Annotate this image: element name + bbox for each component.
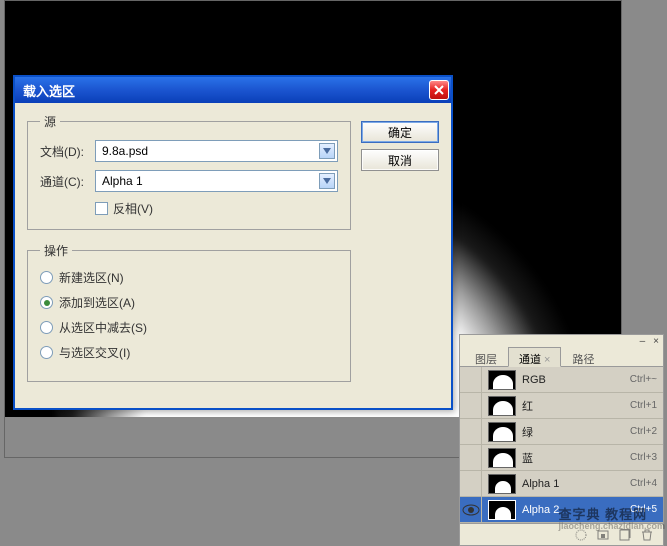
channel-shortcut: Ctrl+3: [630, 452, 657, 463]
channel-name: Alpha 1: [522, 478, 630, 490]
channel-value: Alpha 1: [102, 174, 143, 188]
channel-list: RGBCtrl+~红Ctrl+1绿Ctrl+2蓝Ctrl+3Alpha 1Ctr…: [460, 367, 663, 523]
radio-subtract-input[interactable]: [40, 321, 53, 334]
tab-layers-label: 图层: [475, 354, 497, 366]
dialog-body: 源 文档(D): 9.8a.psd 通道(C): Alpha 1: [15, 103, 451, 408]
channel-thumbnail: [488, 422, 516, 442]
channel-name: 蓝: [522, 450, 630, 466]
channel-thumbnail: [488, 370, 516, 390]
channel-name: RGB: [522, 374, 630, 386]
radio-intersect-label: 与选区交叉(I): [59, 344, 130, 361]
chevron-down-icon: [323, 178, 331, 184]
tab-channels[interactable]: 通道: [508, 347, 561, 367]
channel-row[interactable]: 绿Ctrl+2: [460, 419, 663, 445]
dropdown-button[interactable]: [319, 143, 335, 159]
operation-fieldset: 操作 新建选区(N) 添加到选区(A) 从选区中减去(S) 与选区交叉(I): [27, 242, 351, 382]
channel-thumbnail: [488, 448, 516, 468]
watermark-main: 查字典 教程网: [558, 507, 647, 522]
invert-checkbox[interactable]: [95, 202, 108, 215]
channel-name: 绿: [522, 424, 630, 440]
dialog-title: 载入选区: [23, 81, 429, 100]
channel-shortcut: Ctrl+1: [630, 400, 657, 411]
radio-intersect[interactable]: 与选区交叉(I): [40, 344, 338, 361]
channel-thumbnail: [488, 396, 516, 416]
close-panel-icon[interactable]: ×: [653, 336, 659, 347]
channel-row[interactable]: RGBCtrl+~: [460, 367, 663, 393]
visibility-toggle[interactable]: [460, 445, 482, 470]
tab-layers[interactable]: 图层: [464, 347, 508, 367]
dropdown-button[interactable]: [319, 173, 335, 189]
radio-add-label: 添加到选区(A): [59, 294, 135, 311]
invert-label: 反相(V): [113, 200, 153, 217]
source-legend: 源: [40, 113, 60, 130]
operation-legend: 操作: [40, 242, 72, 259]
radio-intersect-input[interactable]: [40, 346, 53, 359]
visibility-toggle[interactable]: [460, 393, 482, 418]
channel-name: 红: [522, 398, 630, 414]
ok-label: 确定: [388, 124, 412, 141]
chevron-down-icon: [323, 148, 331, 154]
panel-tabs: 图层 通道 路径: [460, 347, 663, 367]
eye-icon: [461, 500, 481, 520]
tab-channels-label: 通道: [519, 354, 541, 366]
cancel-button[interactable]: 取消: [361, 149, 439, 171]
channel-row[interactable]: 蓝Ctrl+3: [460, 445, 663, 471]
radio-new-label: 新建选区(N): [59, 269, 124, 286]
visibility-toggle[interactable]: [460, 419, 482, 444]
radio-subtract-label: 从选区中减去(S): [59, 319, 147, 336]
document-row: 文档(D): 9.8a.psd: [40, 140, 338, 162]
radio-add[interactable]: 添加到选区(A): [40, 294, 338, 311]
dialog-left-column: 源 文档(D): 9.8a.psd 通道(C): Alpha 1: [27, 113, 351, 394]
watermark: 查字典 教程网 jiaocheng.chazidian.com: [558, 504, 665, 531]
invert-row[interactable]: 反相(V): [95, 200, 338, 217]
channel-shortcut: Ctrl+~: [630, 374, 657, 385]
source-fieldset: 源 文档(D): 9.8a.psd 通道(C): Alpha 1: [27, 113, 351, 230]
visibility-toggle[interactable]: [460, 497, 482, 522]
close-button[interactable]: [429, 80, 449, 100]
channel-row[interactable]: Alpha 1Ctrl+4: [460, 471, 663, 497]
cancel-label: 取消: [388, 152, 412, 169]
visibility-toggle[interactable]: [460, 367, 482, 392]
document-value: 9.8a.psd: [102, 144, 148, 158]
radio-subtract[interactable]: 从选区中减去(S): [40, 319, 338, 336]
channel-row[interactable]: 红Ctrl+1: [460, 393, 663, 419]
tab-paths[interactable]: 路径: [561, 347, 605, 367]
tab-paths-label: 路径: [572, 354, 594, 366]
radio-new[interactable]: 新建选区(N): [40, 269, 338, 286]
load-selection-dialog: 载入选区 源 文档(D): 9.8a.psd 通道(C): Alpha 1: [13, 75, 453, 410]
channel-thumbnail: [488, 474, 516, 494]
radio-new-input[interactable]: [40, 271, 53, 284]
channel-shortcut: Ctrl+2: [630, 426, 657, 437]
ok-button[interactable]: 确定: [361, 121, 439, 143]
channel-row: 通道(C): Alpha 1: [40, 170, 338, 192]
document-select[interactable]: 9.8a.psd: [95, 140, 338, 162]
minimize-icon[interactable]: –: [640, 336, 646, 347]
close-icon: [434, 85, 444, 95]
document-label: 文档(D):: [40, 143, 95, 160]
channel-thumbnail: [488, 500, 516, 520]
dialog-titlebar[interactable]: 载入选区: [15, 77, 451, 103]
panel-header: – ×: [460, 335, 663, 347]
channel-label: 通道(C):: [40, 173, 95, 190]
channel-shortcut: Ctrl+4: [630, 478, 657, 489]
channel-select[interactable]: Alpha 1: [95, 170, 338, 192]
visibility-toggle[interactable]: [460, 471, 482, 496]
watermark-sub: jiaocheng.chazidian.com: [558, 521, 665, 531]
dialog-buttons: 确定 取消: [361, 121, 439, 171]
radio-add-input[interactable]: [40, 296, 53, 309]
